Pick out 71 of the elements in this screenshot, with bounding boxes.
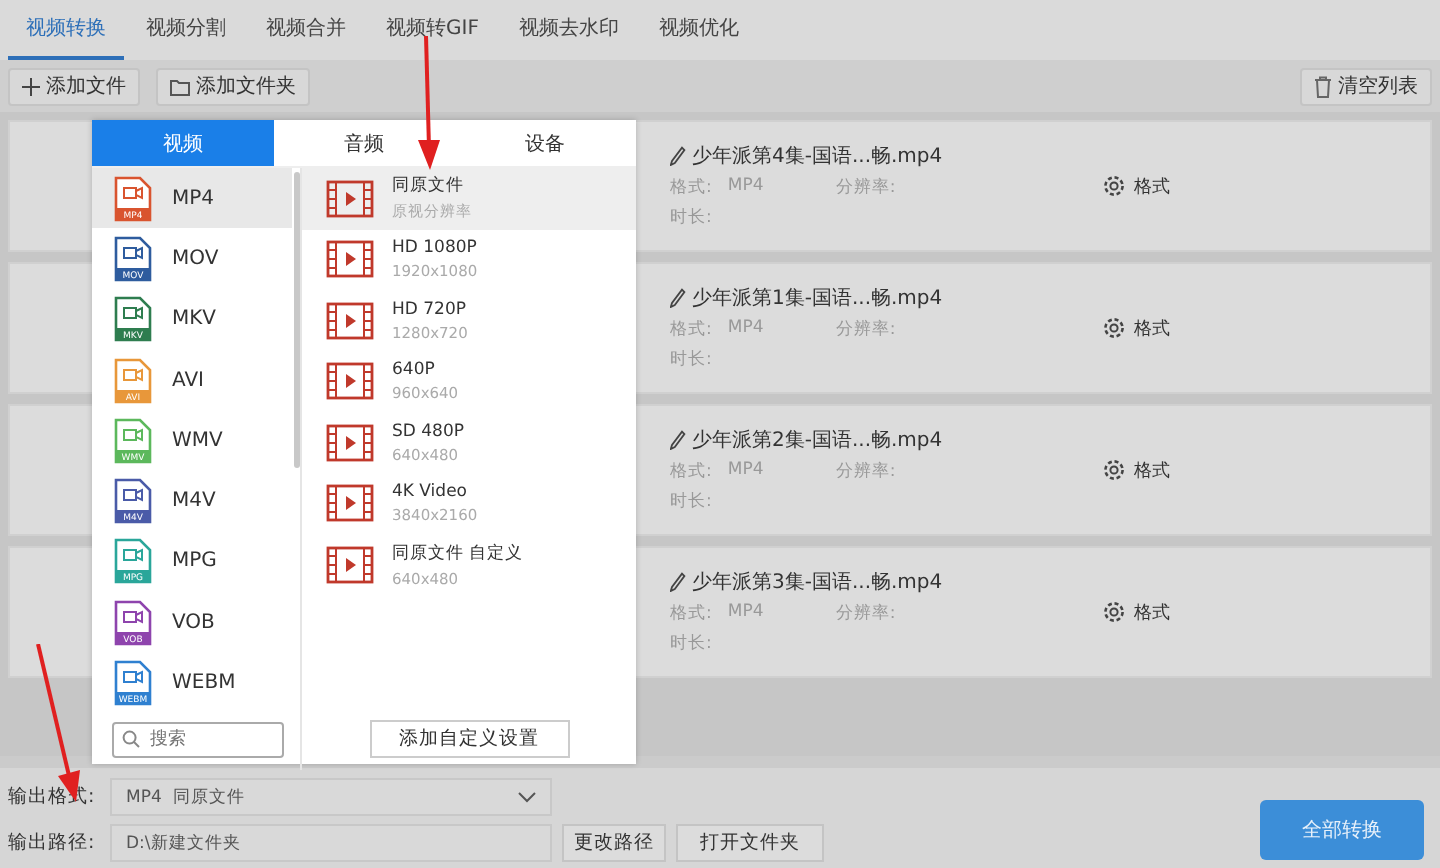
format-settings-button[interactable]: 格式 (1090, 313, 1182, 343)
search-icon (122, 730, 140, 749)
add-custom-settings-button[interactable]: 添加自定义设置 (369, 719, 569, 758)
format-value: MP4 (727, 318, 766, 342)
annotation-arrow (414, 36, 442, 172)
popup-tab[interactable]: 视频 (92, 120, 274, 168)
format-settings-button[interactable]: 格式 (1090, 455, 1182, 485)
output-path-label: 输出路径: (8, 830, 97, 856)
duration-label: 时长: (670, 490, 712, 514)
popup-tab[interactable]: 音频 (273, 120, 455, 168)
tab[interactable]: 视频转GIF (368, 0, 497, 60)
duration-label: 时长: (670, 206, 712, 230)
plus-icon (22, 77, 40, 95)
gear-icon (1102, 174, 1126, 198)
tab[interactable]: 视频分割 (128, 0, 244, 60)
scrollbar[interactable] (294, 172, 300, 468)
format-settings-button[interactable]: 格式 (1090, 171, 1182, 201)
tab[interactable]: 视频合并 (248, 0, 364, 60)
gear-icon (1102, 458, 1126, 482)
folder-icon (170, 77, 190, 95)
film-icon (326, 179, 374, 218)
search-field[interactable]: 搜索 (112, 721, 284, 758)
duration-label: 时长: (670, 632, 712, 656)
pencil-icon (670, 288, 686, 308)
preset-title: HD 1080P (392, 238, 478, 259)
popup-tab[interactable]: 设备 (454, 120, 637, 168)
film-icon (326, 545, 374, 584)
preset-title: HD 720P (392, 299, 468, 320)
film-icon (326, 301, 374, 340)
gear-icon (1102, 600, 1126, 624)
resolution-label: 分辨率: (835, 176, 896, 200)
format-value: MP4 (727, 460, 766, 484)
film-icon (326, 484, 374, 523)
open-folder-button[interactable]: 打开文件夹 (676, 824, 824, 862)
tab[interactable]: 视频优化 (640, 0, 757, 60)
resolution-label: 分辨率: (835, 602, 896, 626)
output-path-field[interactable]: D:\新建文件夹 (110, 824, 552, 862)
duration-label: 时长: (670, 348, 712, 372)
trash-icon (1314, 75, 1332, 97)
format-settings-button[interactable]: 格式 (1090, 597, 1182, 627)
film-icon (326, 423, 374, 462)
format-label: 格式: (670, 176, 712, 200)
file-name: 少年派第2集-国语...畅.mp4 (670, 426, 1090, 454)
gear-icon (1102, 316, 1126, 340)
file-name: 少年派第1集-国语...畅.mp4 (670, 284, 1090, 312)
resolution-label: 分辨率: (835, 318, 896, 342)
preset-title: 640P (392, 360, 437, 381)
tab[interactable]: 视频去水印 (500, 0, 637, 60)
add-file-button[interactable]: 添加文件 (8, 67, 140, 105)
format-value: MP4 (727, 602, 766, 626)
format-value: MP4 (727, 176, 766, 200)
file-name: 少年派第3集-国语...畅.mp4 (670, 568, 1090, 596)
format-label: 格式: (670, 602, 712, 626)
change-path-button[interactable]: 更改路径 (562, 824, 666, 862)
film-icon (326, 240, 374, 279)
pencil-icon (670, 430, 686, 450)
preset-title: SD 480P (392, 421, 464, 442)
preset-title: 同原文件 (392, 174, 466, 199)
format-label: 格式: (670, 318, 712, 342)
pencil-icon (670, 572, 686, 592)
add-folder-button[interactable]: 添加文件夹 (156, 67, 310, 105)
file-name: 少年派第4集-国语...畅.mp4 (670, 142, 1090, 170)
format-label: 格式: (670, 460, 712, 484)
clear-list-button[interactable]: 清空列表 (1300, 67, 1432, 105)
preset-title: 4K Video (392, 482, 469, 503)
film-icon (326, 362, 374, 401)
pencil-icon (670, 146, 686, 166)
chevron-down-icon (518, 791, 536, 803)
resolution-label: 分辨率: (835, 460, 896, 484)
output-format-dropdown[interactable]: MP4 同原文件 (110, 778, 552, 816)
preset-title: 同原文件 自定义 (392, 541, 524, 566)
